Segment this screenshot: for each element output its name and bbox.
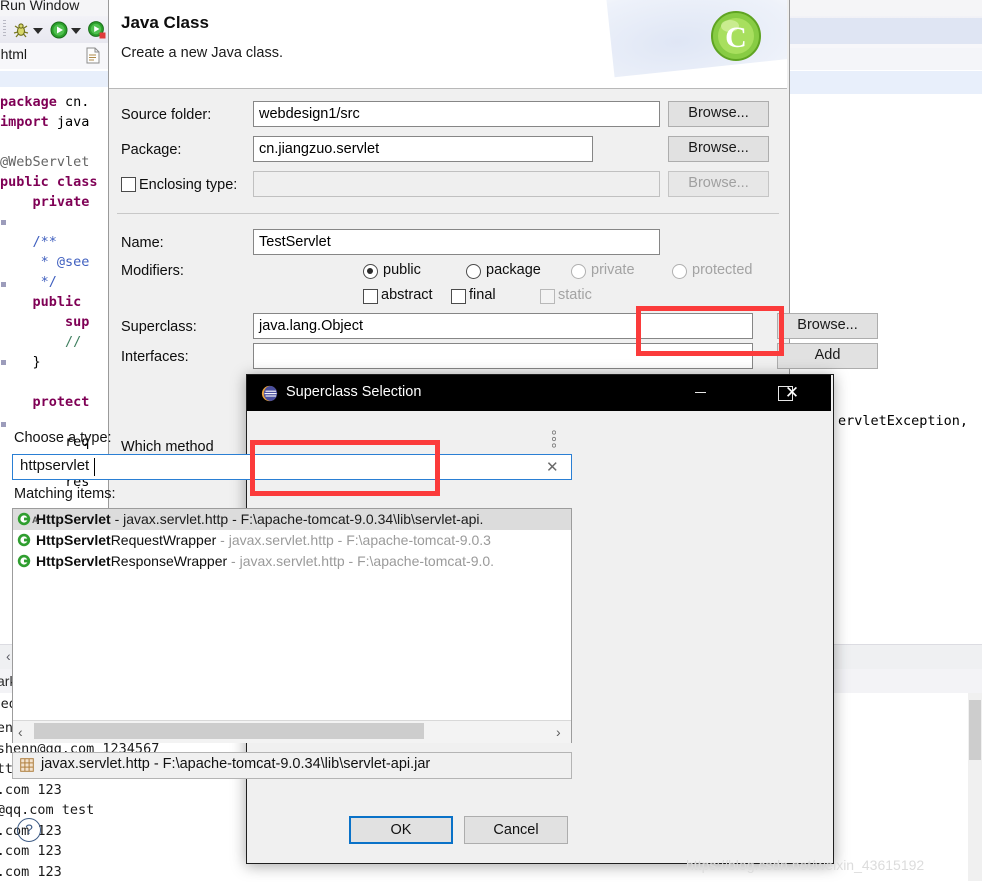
- list-item-package: - javax.servlet.http - F:\apache-tomcat-…: [227, 553, 495, 569]
- class-name-input[interactable]: TestServlet: [253, 229, 660, 255]
- text-caret: [94, 458, 95, 476]
- maximize-button[interactable]: [723, 375, 769, 411]
- package-input[interactable]: cn.jiangzuo.servlet: [253, 136, 593, 162]
- package-icon: [20, 758, 34, 772]
- debug-dropdown-arrow[interactable]: [33, 28, 43, 34]
- editor-tab-login-html[interactable]: gin.html: [0, 46, 68, 66]
- code-text-right-fragment[interactable]: ervletException,: [838, 413, 982, 433]
- list-item[interactable]: A HttpServlet - javax.servlet.http - F:\…: [13, 509, 571, 530]
- toolbar-drag-handle[interactable]: [3, 20, 6, 38]
- enclosing-type-input[interactable]: [253, 171, 660, 197]
- list-item-package: - javax.servlet.http - F:\apache-tomcat-…: [216, 532, 491, 548]
- list-item[interactable]: HttpServletResponseWrapper - javax.servl…: [13, 551, 571, 572]
- debug-icon[interactable]: [12, 21, 30, 39]
- editor-right-highlight-bars: [790, 0, 982, 120]
- wizard-header: Java Class Create a new Java class. C: [109, 0, 787, 89]
- class-icon: [17, 553, 31, 568]
- dialog-title: Superclass Selection: [286, 384, 422, 400]
- scroll-left-icon[interactable]: ‹: [18, 724, 23, 740]
- ok-button[interactable]: OK: [349, 816, 453, 844]
- console-scrollbar-thumb[interactable]: [969, 700, 981, 760]
- interfaces-add-button[interactable]: Add: [777, 343, 878, 369]
- package-label: Package:: [121, 142, 182, 158]
- minimize-button[interactable]: [677, 375, 723, 411]
- enclosing-type-checkbox[interactable]: [121, 177, 136, 192]
- list-item-match: HttpServlet: [36, 511, 111, 527]
- page-title: Java Class: [121, 13, 209, 32]
- checkbox-abstract[interactable]: [363, 289, 378, 304]
- interfaces-label: Interfaces:: [121, 349, 189, 365]
- package-browse-button[interactable]: Browse...: [668, 136, 769, 162]
- divider: [117, 213, 779, 214]
- run-icon[interactable]: [50, 21, 68, 39]
- scrollbar-thumb[interactable]: [34, 723, 424, 739]
- source-folder-label: Source folder:: [121, 107, 212, 123]
- abstract-badge: A: [32, 515, 39, 525]
- radio-public[interactable]: [363, 264, 378, 279]
- java-class-wizard-icon: C: [709, 9, 763, 63]
- class-icon: [17, 532, 31, 547]
- checkbox-final-label[interactable]: final: [469, 287, 496, 303]
- radio-private-label: private: [591, 262, 635, 278]
- cancel-button[interactable]: Cancel: [464, 816, 568, 844]
- list-item-package: - javax.servlet.http - F:\apache-tomcat-…: [110, 511, 484, 527]
- enclosing-type-browse-button[interactable]: Browse...: [668, 171, 769, 197]
- scroll-right-icon[interactable]: ›: [556, 724, 561, 740]
- watermark: https://blog.csdn.net/weixin_43615192: [686, 857, 925, 873]
- document-icon: [86, 47, 100, 64]
- checkbox-final[interactable]: [451, 289, 466, 304]
- class-name-label: Name:: [121, 235, 164, 251]
- page-subtitle: Create a new Java class.: [121, 45, 283, 61]
- run-external-icon[interactable]: [88, 21, 106, 39]
- checkbox-abstract-label[interactable]: abstract: [381, 287, 433, 303]
- matching-items-list[interactable]: A HttpServlet - javax.servlet.http - F:\…: [12, 508, 572, 743]
- source-folder-input[interactable]: webdesign1/src: [253, 101, 660, 127]
- list-item-rest: RequestWrapper: [110, 532, 217, 548]
- list-item-match: HttpServlet: [36, 532, 111, 548]
- superclass-label: Superclass:: [121, 319, 197, 335]
- radio-protected: [672, 264, 687, 279]
- eclipse-icon: [261, 385, 278, 402]
- clear-icon[interactable]: ✕: [546, 458, 559, 476]
- minimize-icon: [695, 392, 706, 393]
- class-icon: A: [17, 511, 39, 526]
- radio-package[interactable]: [466, 264, 481, 279]
- list-item-match: HttpServlet: [36, 553, 111, 569]
- svg-text:C: C: [725, 21, 747, 54]
- annotation-box-superclass-browse: [636, 306, 784, 356]
- matching-items-label: Matching items:: [14, 486, 116, 502]
- method-stubs-question-label: Which method: [121, 439, 214, 455]
- checkbox-static: [540, 289, 555, 304]
- enclosing-type-label: Enclosing type:: [139, 177, 238, 193]
- radio-package-label[interactable]: package: [486, 262, 541, 278]
- checkbox-static-label: static: [558, 287, 592, 303]
- view-menu-icon[interactable]: [551, 430, 557, 448]
- help-icon[interactable]: ?: [17, 818, 41, 842]
- radio-public-label[interactable]: public: [383, 262, 421, 278]
- status-text: javax.servlet.http - F:\apache-tomcat-9.…: [41, 756, 431, 772]
- modifiers-label: Modifiers:: [121, 263, 184, 279]
- list-item-rest: ResponseWrapper: [110, 553, 228, 569]
- run-dropdown-arrow[interactable]: [71, 28, 81, 34]
- close-button[interactable]: ✕: [769, 375, 815, 411]
- radio-protected-label: protected: [692, 262, 753, 278]
- type-search-value[interactable]: httpservlet: [20, 457, 89, 474]
- annotation-box-type-search: [250, 440, 440, 496]
- list-item[interactable]: HttpServletRequestWrapper - javax.servle…: [13, 530, 571, 551]
- choose-a-type-label: Choose a type:: [14, 430, 112, 446]
- radio-private: [571, 264, 586, 279]
- source-folder-browse-button[interactable]: Browse...: [668, 101, 769, 127]
- superclass-browse-button[interactable]: Browse...: [777, 313, 878, 339]
- menu-bar-labels[interactable]: Run Window: [0, 0, 115, 16]
